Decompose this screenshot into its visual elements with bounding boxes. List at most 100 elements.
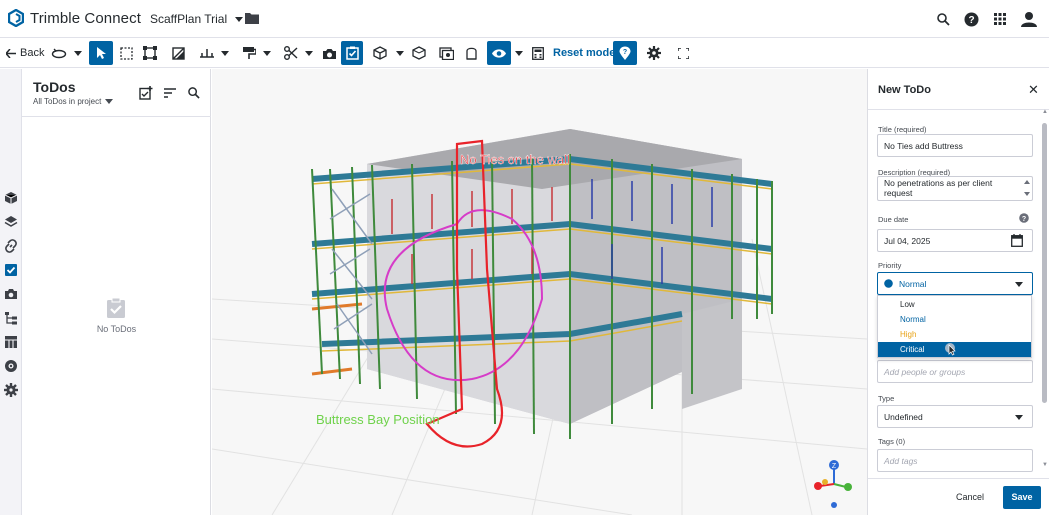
location-pin-icon[interactable]: ? xyxy=(613,41,637,65)
markup-text-bottom[interactable]: Buttress Bay Position xyxy=(316,412,440,427)
reset-model-button[interactable]: Reset model xyxy=(553,41,618,65)
scaffold-model-view[interactable]: No Ties on the wall Buttress Bay Positio… xyxy=(212,69,867,515)
project-name: ScaffPlan Trial xyxy=(150,12,228,26)
views-icon[interactable] xyxy=(437,41,455,65)
extension-icon[interactable] xyxy=(4,359,18,373)
section-plane-icon[interactable] xyxy=(169,41,187,65)
priority-select[interactable]: Normal xyxy=(877,272,1033,295)
calculator-icon[interactable] xyxy=(530,41,546,65)
due-date-label: Due date xyxy=(878,215,909,224)
textarea-spinner-icon[interactable] xyxy=(1024,179,1030,197)
left-rail xyxy=(0,69,22,515)
todo-checkbox-icon[interactable] xyxy=(4,263,18,277)
layers-icon[interactable] xyxy=(4,215,18,229)
user-avatar-icon[interactable] xyxy=(1020,10,1038,28)
back-button[interactable]: Back xyxy=(6,41,44,65)
title-input[interactable]: No Ties add Buttress xyxy=(877,134,1033,157)
chevron-down-icon[interactable] xyxy=(396,51,404,56)
form-footer: Cancel Save xyxy=(868,478,1049,515)
svg-text:?: ? xyxy=(1022,216,1026,223)
filter-label: All ToDos in project xyxy=(33,97,102,106)
calendar-icon[interactable] xyxy=(1011,234,1023,247)
settings-gear-icon[interactable] xyxy=(645,41,663,65)
due-date-input[interactable]: Jul 04, 2025 xyxy=(877,229,1033,252)
priority-option-low[interactable]: Low xyxy=(878,297,1031,312)
priority-dropdown-list: Low Normal High Critical xyxy=(877,295,1032,358)
measure-icon[interactable] xyxy=(197,41,217,65)
divider xyxy=(868,109,1049,110)
close-icon[interactable]: ✕ xyxy=(1028,82,1039,98)
table-icon[interactable] xyxy=(4,335,18,349)
cube-icon[interactable] xyxy=(4,191,18,205)
chevron-down-icon[interactable] xyxy=(221,51,229,56)
search-icon[interactable] xyxy=(188,87,200,99)
svg-text:?: ? xyxy=(623,49,627,56)
priority-dot-icon xyxy=(884,279,893,288)
priority-option-normal[interactable]: Normal xyxy=(878,312,1031,327)
chevron-down-icon[interactable] xyxy=(1015,415,1023,420)
tags-label: Tags (0) xyxy=(878,437,906,446)
ghost-cube-icon[interactable] xyxy=(410,41,428,65)
box-select-icon[interactable] xyxy=(117,41,135,65)
scrollbar-thumb[interactable] xyxy=(1042,123,1047,403)
scissors-icon[interactable] xyxy=(282,41,300,65)
cancel-button[interactable]: Cancel xyxy=(956,492,984,502)
eye-icon[interactable] xyxy=(487,41,511,65)
title-label: Title (required) xyxy=(878,125,927,134)
trimble-logo-icon xyxy=(8,9,24,27)
axis-gizmo-icon[interactable]: Z xyxy=(814,460,852,508)
scroll-down-icon[interactable]: ▼ xyxy=(1042,462,1048,468)
chevron-down-icon xyxy=(235,16,244,22)
viewer-toolbar: Back Reset model ? xyxy=(0,38,1049,68)
scrollbar[interactable] xyxy=(1042,115,1047,445)
help-icon[interactable]: ? xyxy=(962,10,980,28)
fullscreen-icon[interactable] xyxy=(674,41,692,65)
chevron-down-icon[interactable] xyxy=(1015,282,1023,287)
scroll-up-icon[interactable]: ▲ xyxy=(1042,109,1048,115)
visibility-toggle-icon[interactable] xyxy=(462,41,480,65)
mouse-cursor-icon xyxy=(945,343,956,356)
add-todo-icon[interactable] xyxy=(139,86,153,100)
type-select[interactable]: Undefined xyxy=(877,405,1033,428)
empty-state-text: No ToDos xyxy=(96,324,137,334)
camera-icon[interactable] xyxy=(320,41,338,65)
fit-selection-icon[interactable] xyxy=(141,41,159,65)
chevron-down-icon[interactable] xyxy=(515,51,523,56)
paint-icon[interactable] xyxy=(240,41,258,65)
project-selector[interactable]: ScaffPlan Trial xyxy=(150,12,244,26)
chevron-down-icon[interactable] xyxy=(263,51,271,56)
svg-text:?: ? xyxy=(968,15,974,26)
tags-input[interactable]: Add tags xyxy=(877,449,1033,472)
todos-filter-dropdown[interactable]: All ToDos in project xyxy=(33,97,114,106)
app-logo[interactable]: Trimble Connect xyxy=(8,9,141,27)
select-tool-icon[interactable] xyxy=(89,41,113,65)
markup-text-top[interactable]: No Ties on the wall xyxy=(460,152,570,167)
save-button[interactable]: Save xyxy=(1003,486,1041,509)
link-icon[interactable] xyxy=(4,239,18,253)
cube-icon[interactable] xyxy=(371,41,389,65)
description-textarea[interactable]: No penetrations as per client request xyxy=(877,176,1033,201)
assignee-input[interactable]: Add people or groups xyxy=(877,360,1033,383)
chevron-down-icon[interactable] xyxy=(305,51,313,56)
panel-title: ToDos xyxy=(33,79,76,95)
apps-grid-icon[interactable] xyxy=(991,10,1009,28)
back-label: Back xyxy=(20,47,45,59)
sort-icon[interactable] xyxy=(164,88,176,98)
chevron-down-icon[interactable] xyxy=(74,51,82,56)
panel-title: New ToDo xyxy=(878,84,931,96)
camera-icon[interactable] xyxy=(4,287,18,301)
empty-todo-icon xyxy=(107,297,125,318)
svg-text:Z: Z xyxy=(832,463,837,470)
settings-gear-icon[interactable] xyxy=(4,383,18,397)
app-name: Trimble Connect xyxy=(30,9,141,27)
model-viewport[interactable]: No Ties on the wall Buttress Bay Positio… xyxy=(212,69,867,515)
todos-panel: ToDos All ToDos in project No ToDos xyxy=(22,69,211,515)
orbit-icon[interactable] xyxy=(50,41,68,65)
hierarchy-icon[interactable] xyxy=(4,311,18,325)
folder-icon[interactable] xyxy=(245,12,259,24)
type-label: Type xyxy=(878,394,895,403)
help-icon[interactable]: ? xyxy=(1019,213,1029,223)
priority-option-high[interactable]: High xyxy=(878,327,1031,342)
search-icon[interactable] xyxy=(934,10,952,28)
todo-tool-icon[interactable] xyxy=(341,41,363,65)
